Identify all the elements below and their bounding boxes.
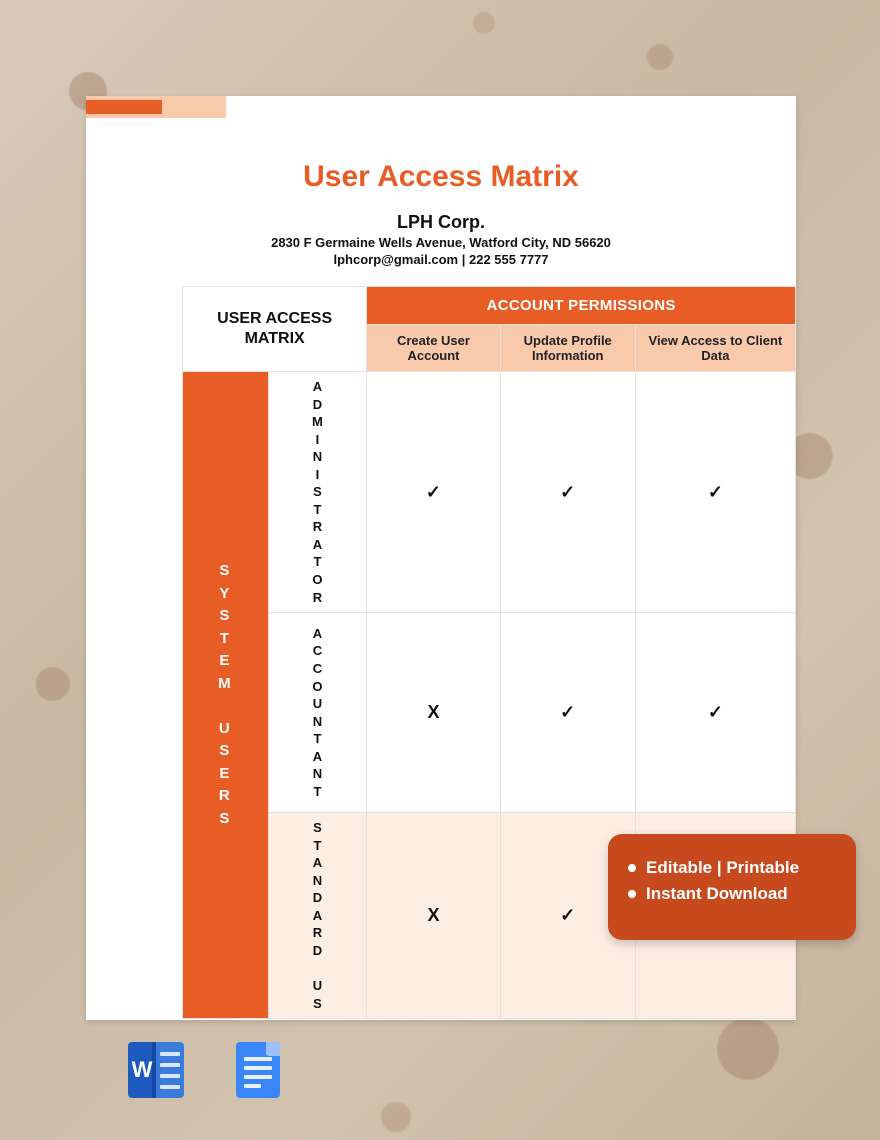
corner-line1: USER ACCESS	[217, 310, 332, 327]
permission-col-2: View Access to Client Data	[635, 325, 795, 372]
role-accountant: ACCOUNTANT	[268, 613, 367, 813]
badge-text-1: Editable | Printable	[646, 858, 799, 878]
table-row: SYSTEM USERS ADMINISTRATOR ✓ ✓ ✓	[183, 372, 796, 613]
permissions-header: ACCOUNT PERMISSIONS	[367, 287, 796, 325]
document-title: User Access Matrix	[86, 160, 796, 194]
role-label-vertical: ADMINISTRATOR	[269, 378, 367, 606]
word-icon-lines	[156, 1042, 184, 1098]
matrix-corner-label: USER ACCESS MATRIX	[183, 287, 367, 372]
permission-col-0: Create User Account	[367, 325, 500, 372]
matrix-cell: X	[367, 613, 500, 813]
feature-badge: Editable | Printable Instant Download	[608, 834, 856, 940]
permission-col-1: Update Profile Information	[500, 325, 635, 372]
badge-line-2: Instant Download	[628, 884, 836, 904]
role-label-vertical: STANDARD US	[269, 819, 367, 1012]
table-row: ACCOUNTANT X ✓ ✓	[183, 613, 796, 813]
matrix-cell: ✓	[500, 613, 635, 813]
word-icon[interactable]: W	[128, 1042, 184, 1098]
system-users-vertical: SYSTEM USERS	[218, 560, 233, 830]
matrix-cell: ✓	[635, 372, 795, 613]
matrix-cell: X	[367, 813, 500, 1019]
role-label-vertical: ACCOUNTANT	[269, 625, 367, 800]
role-standard-user: STANDARD US	[268, 813, 367, 1019]
matrix-cell: ✓	[367, 372, 500, 613]
company-contact: lphcorp@gmail.com | 222 555 7777	[86, 252, 796, 267]
badge-text-2: Instant Download	[646, 884, 788, 904]
word-icon-glyph: W	[128, 1042, 156, 1098]
download-format-icons: W	[128, 1042, 292, 1098]
system-users-label: SYSTEM USERS	[183, 372, 269, 1019]
company-block: LPH Corp. 2830 F Germaine Wells Avenue, …	[86, 212, 796, 267]
company-address: 2830 F Germaine Wells Avenue, Watford Ci…	[86, 235, 796, 250]
badge-line-1: Editable | Printable	[628, 858, 836, 878]
matrix-cell: ✓	[635, 613, 795, 813]
google-docs-icon[interactable]	[236, 1042, 292, 1098]
matrix-cell: ✓	[500, 372, 635, 613]
corner-line2: MATRIX	[245, 330, 305, 347]
gdoc-icon-glyph	[236, 1042, 280, 1098]
header-accent-dark	[86, 100, 162, 114]
company-name: LPH Corp.	[86, 212, 796, 233]
role-administrator: ADMINISTRATOR	[268, 372, 367, 613]
